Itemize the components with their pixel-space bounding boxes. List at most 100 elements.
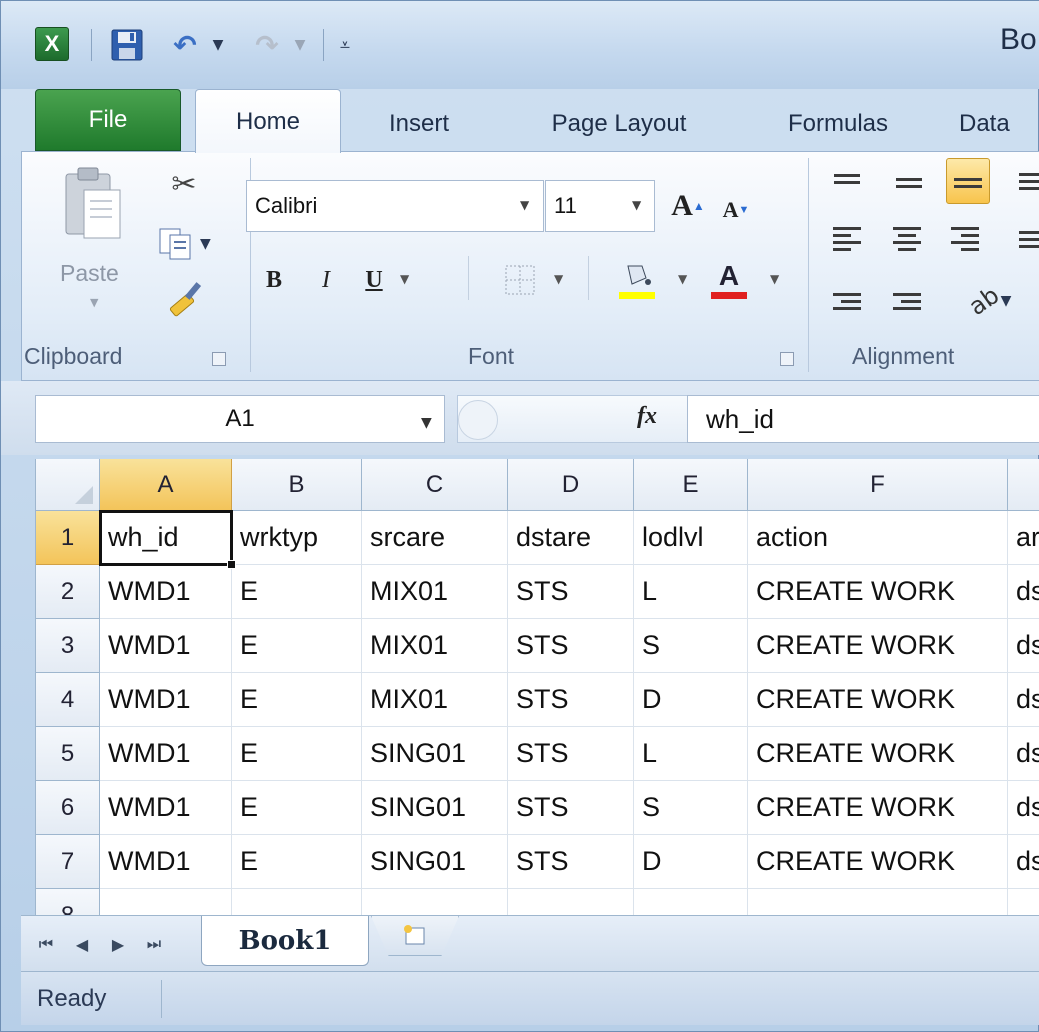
row-header[interactable]: 6	[36, 781, 100, 835]
bottom-align-icon[interactable]	[946, 158, 990, 204]
redo-icon[interactable]: ↷	[249, 27, 285, 63]
grid-cell[interactable]: CREATE WORK	[748, 835, 1008, 889]
paste-button-label[interactable]: Paste	[60, 260, 119, 287]
align-center-icon[interactable]	[888, 222, 926, 256]
redo-dropdown[interactable]: ▼	[289, 27, 311, 63]
underline-dropdown-icon[interactable]: ▼	[400, 272, 409, 286]
align-right-icon[interactable]	[946, 222, 984, 256]
grid-cell[interactable]: D	[634, 835, 748, 889]
decrease-indent-icon[interactable]	[828, 284, 866, 318]
bold-button[interactable]: B	[254, 256, 294, 304]
grid-cell[interactable]: S	[634, 781, 748, 835]
select-all-corner[interactable]	[36, 459, 100, 511]
sheet-tab-book1[interactable]: Book1	[201, 916, 369, 966]
row-header[interactable]: 4	[36, 673, 100, 727]
grid-cell[interactable]	[1008, 889, 1039, 915]
grid-cell[interactable]	[362, 889, 508, 915]
column-header[interactable]: E	[634, 459, 748, 511]
last-sheet-icon[interactable]: ⏭	[141, 930, 167, 958]
grid-cell[interactable]: lodlvl	[634, 511, 748, 565]
grid-cell[interactable]: E	[232, 727, 362, 781]
increase-indent-icon[interactable]	[888, 284, 926, 318]
italic-button[interactable]: I	[306, 256, 346, 304]
font-launcher-icon[interactable]	[780, 352, 794, 366]
font-name-dropdown-icon[interactable]: ▼	[520, 198, 529, 212]
font-color-button[interactable]: A	[706, 256, 752, 304]
borders-icon[interactable]	[500, 256, 540, 304]
grid-cell[interactable]: ar	[1008, 511, 1039, 565]
name-box-dropdown-icon[interactable]: ▼	[421, 415, 432, 431]
font-color-dropdown-icon[interactable]: ▼	[770, 272, 779, 286]
grid-cell[interactable]	[232, 889, 362, 915]
tab-page-layout[interactable]: Page Layout	[521, 97, 717, 151]
grid-cell[interactable]	[508, 889, 634, 915]
paste-icon[interactable]	[62, 164, 124, 244]
orientation-icon[interactable]: ab ▼	[960, 281, 1020, 321]
grid-cell[interactable]: ds	[1008, 619, 1039, 673]
grid-cell[interactable]: CREATE WORK	[748, 673, 1008, 727]
grid-cell[interactable]	[634, 889, 748, 915]
grid-cell[interactable]: CREATE WORK	[748, 781, 1008, 835]
grid-cell[interactable]: MIX01	[362, 673, 508, 727]
grid-cell[interactable]: ds	[1008, 727, 1039, 781]
paste-dropdown[interactable]: ▼	[90, 296, 98, 309]
shrink-font-button[interactable]: A ▼	[716, 188, 756, 232]
formula-input[interactable]: wh_id	[687, 395, 1039, 443]
grid-cell[interactable]: STS	[508, 619, 634, 673]
row-header[interactable]: 8	[36, 889, 100, 915]
grid-cell[interactable]: STS	[508, 673, 634, 727]
column-header[interactable]: A	[100, 459, 232, 511]
font-name-field[interactable]: Calibri	[246, 180, 544, 232]
grid-cell[interactable]: WMD1	[100, 781, 232, 835]
grid-cell[interactable]: ds	[1008, 781, 1039, 835]
grid-cell[interactable]: WMD1	[100, 673, 232, 727]
grid-cell[interactable]: ds	[1008, 835, 1039, 889]
grid-cell[interactable]: srcare	[362, 511, 508, 565]
top-align-icon[interactable]	[828, 164, 866, 198]
grid-cell[interactable]: E	[232, 619, 362, 673]
grid-cell[interactable]: CREATE WORK	[748, 619, 1008, 673]
grid-cell[interactable]: L	[634, 727, 748, 781]
column-header[interactable]	[1008, 459, 1039, 511]
font-size-dropdown-icon[interactable]: ▼	[632, 198, 641, 212]
worksheet-grid[interactable]: A B C D E F 1 wh_id wrktyp srcare dstare lodlvl acti…	[35, 459, 1039, 915]
grid-cell[interactable]: E	[232, 565, 362, 619]
grid-cell[interactable]: dstare	[508, 511, 634, 565]
row-header[interactable]: 5	[36, 727, 100, 781]
grid-cell[interactable]: STS	[508, 727, 634, 781]
grid-cell[interactable]: E	[232, 673, 362, 727]
grid-cell[interactable]	[748, 889, 1008, 915]
grid-cell[interactable]: ds	[1008, 565, 1039, 619]
row-header[interactable]: 2	[36, 565, 100, 619]
grid-cell[interactable]: STS	[508, 781, 634, 835]
grid-cell[interactable]: ds	[1008, 673, 1039, 727]
grid-cell[interactable]: CREATE WORK	[748, 565, 1008, 619]
copy-icon[interactable]: ▼	[158, 224, 222, 264]
row-header[interactable]: 7	[36, 835, 100, 889]
excel-app-icon[interactable]: X	[35, 27, 69, 61]
merge-center-icon[interactable]	[1016, 222, 1039, 256]
column-header[interactable]: B	[232, 459, 362, 511]
grid-cell[interactable]: WMD1	[100, 727, 232, 781]
save-icon[interactable]	[109, 27, 145, 63]
borders-dropdown-icon[interactable]: ▼	[554, 272, 563, 286]
format-painter-icon[interactable]	[164, 276, 208, 320]
grid-cell[interactable]: CREATE WORK	[748, 727, 1008, 781]
fill-handle[interactable]	[227, 560, 236, 569]
column-header[interactable]: F	[748, 459, 1008, 511]
wrap-text-icon[interactable]	[1016, 164, 1039, 198]
prev-sheet-icon[interactable]: ◀	[69, 930, 95, 958]
grid-cell[interactable]: SING01	[362, 781, 508, 835]
tab-data[interactable]: Data	[959, 97, 1039, 151]
grow-font-button[interactable]: A ▲	[666, 182, 710, 230]
grid-cell[interactable]: L	[634, 565, 748, 619]
name-box[interactable]: A1	[35, 395, 445, 443]
grid-cell[interactable]: MIX01	[362, 619, 508, 673]
tab-file[interactable]: File	[35, 89, 181, 151]
column-header[interactable]: C	[362, 459, 508, 511]
clipboard-launcher-icon[interactable]	[212, 352, 226, 366]
grid-cell[interactable]: STS	[508, 835, 634, 889]
grid-cell[interactable]: action	[748, 511, 1008, 565]
tab-home[interactable]: Home	[195, 89, 341, 153]
grid-cell[interactable]: D	[634, 673, 748, 727]
